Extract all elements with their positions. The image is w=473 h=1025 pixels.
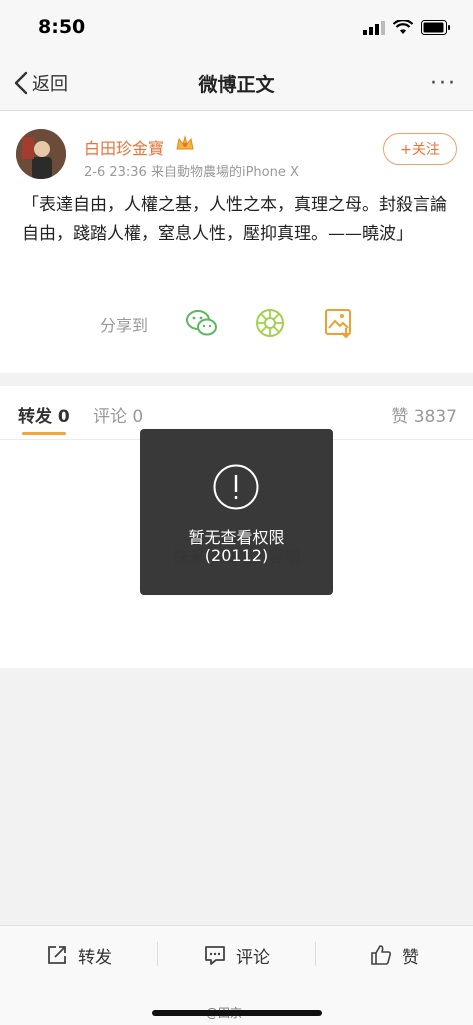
tab-active-indicator	[22, 432, 66, 435]
status-time: 8:50	[38, 16, 86, 38]
post-card: 白田珍金寶 2-6 23:36 来自動物農場的iPhone X +关注 「表達自…	[0, 111, 473, 373]
repost-label: 转发	[78, 947, 112, 968]
moments-icon[interactable]	[253, 306, 287, 340]
bottom-action-bar: 转发 评论 赞 @田京	[0, 925, 473, 1025]
follow-button[interactable]: +关注	[383, 133, 457, 165]
share-icon	[48, 946, 66, 964]
like-button[interactable]: 赞	[370, 940, 419, 970]
tab-likes[interactable]: 赞 3837	[391, 402, 457, 427]
separator	[157, 942, 158, 966]
post-meta: 2-6 23:36 来自動物農場的iPhone X	[84, 165, 299, 180]
avatar-image	[16, 129, 66, 179]
status-bar: 8:50	[0, 0, 473, 56]
permission-toast: 暂无查看权限 (20112)	[140, 429, 333, 595]
avatar[interactable]	[16, 129, 66, 179]
home-indicator[interactable]	[152, 1010, 322, 1016]
more-button[interactable]: ···	[430, 71, 457, 96]
wechat-icon[interactable]	[185, 306, 219, 340]
nav-bar: 返回 微博正文 ···	[0, 56, 473, 111]
tab-comment[interactable]: 评论 0	[93, 402, 143, 427]
post-text: 「表達自由，人權之基，人性之本，真理之母。封殺言論自由，踐踏人權，窒息人性，壓抑…	[22, 195, 447, 244]
toast-code: (20112)	[204, 546, 269, 565]
page-title: 微博正文	[198, 74, 275, 96]
vip-crown-icon	[176, 135, 194, 150]
status-icons	[363, 20, 451, 35]
repost-button[interactable]: 转发	[46, 940, 112, 970]
comment-button[interactable]: 评论	[204, 940, 270, 970]
battery-icon	[421, 20, 450, 35]
comment-icon	[205, 946, 225, 965]
share-label: 分享到	[100, 316, 149, 335]
author-name[interactable]: 白田珍金寶	[84, 135, 164, 159]
signal-icon	[363, 20, 385, 35]
like-label: 赞	[402, 947, 419, 968]
toast-message: 暂无查看权限	[188, 528, 285, 547]
save-image-icon[interactable]	[322, 306, 356, 340]
tab-repost[interactable]: 转发 0	[18, 402, 70, 427]
separator	[315, 942, 316, 966]
comment-label: 评论	[236, 947, 270, 968]
wifi-icon	[393, 20, 413, 34]
thumbs-up-icon	[371, 945, 391, 965]
exclamation-icon	[213, 464, 259, 510]
